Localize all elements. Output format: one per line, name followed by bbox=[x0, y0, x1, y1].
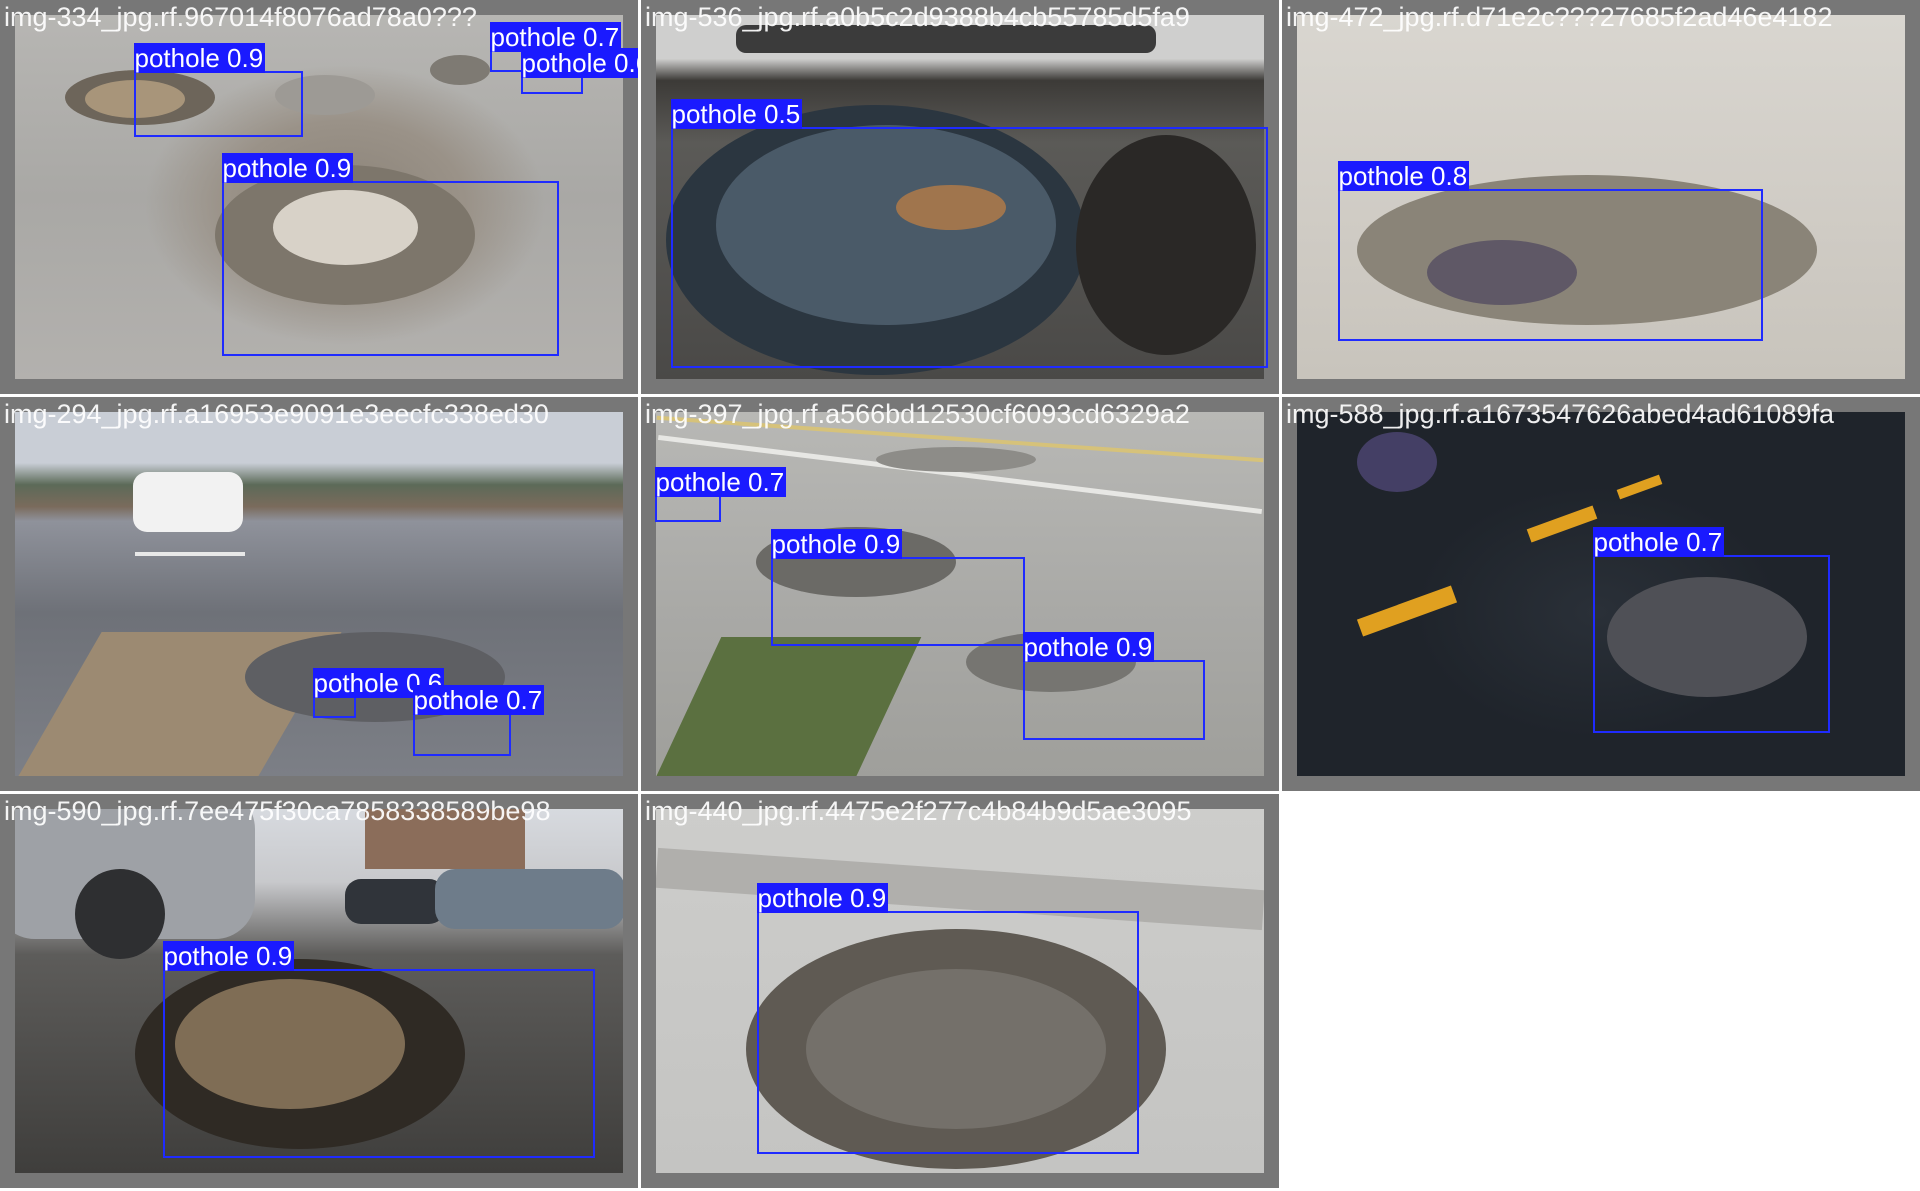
detection-box: pothole 0.9 bbox=[162, 941, 595, 1158]
detection-label: pothole 0.9 bbox=[133, 43, 266, 73]
detection-results-grid: pothole 0.9 pothole 0.9 pothole 0.7 poth… bbox=[0, 0, 1920, 1191]
detection-label: pothole 0.9 bbox=[770, 529, 903, 559]
detection-label: pothole 0.5 bbox=[670, 99, 803, 129]
image-tile: pothole 0.9 img-440_jpg.rf.4475e2f277c4b… bbox=[641, 794, 1279, 1188]
detection-box: pothole 0.6 bbox=[312, 668, 445, 718]
detection-box: pothole 0.6 bbox=[520, 48, 638, 94]
image-tile: pothole 0.8 img-472_jpg.rf.d71e2c???2768… bbox=[1282, 0, 1920, 394]
image-filename: img-536_jpg.rf.a0b5c2d9388b4cb55785d5fa9 bbox=[645, 2, 1190, 32]
image-tile: pothole 0.7 img-588_jpg.rf.a1673547626ab… bbox=[1282, 397, 1920, 791]
detection-box: pothole 0.9 bbox=[770, 529, 1025, 646]
detection-label: pothole 0.9 bbox=[221, 153, 354, 183]
detection-label: pothole 0.6 bbox=[520, 48, 638, 78]
detection-label: pothole 0.7 bbox=[1592, 527, 1725, 557]
image-filename: img-334_jpg.rf.967014f8076ad78a0??? bbox=[4, 2, 477, 32]
detection-label: pothole 0.9 bbox=[756, 883, 889, 913]
image-tile: pothole 0.7 pothole 0.9 pothole 0.9 img-… bbox=[641, 397, 1279, 791]
detection-label: pothole 0.9 bbox=[1022, 632, 1155, 662]
detection-box: pothole 0.7 bbox=[1592, 527, 1830, 733]
image-filename: img-590_jpg.rf.7ee475f30ca7858338589be98 bbox=[4, 796, 551, 826]
image-tile: pothole 0.9 img-590_jpg.rf.7ee475f30ca78… bbox=[0, 794, 638, 1188]
detection-box: pothole 0.7 bbox=[489, 22, 622, 72]
image-tile: pothole 0.5 img-536_jpg.rf.a0b5c2d9388b4… bbox=[641, 0, 1279, 394]
detection-label: pothole 0.7 bbox=[412, 685, 545, 715]
image-tile: pothole 0.9 pothole 0.9 pothole 0.7 poth… bbox=[0, 0, 638, 394]
detection-label: pothole 0.7 bbox=[654, 467, 787, 497]
detection-label: pothole 0.9 bbox=[162, 941, 295, 971]
street-photo bbox=[15, 412, 623, 776]
detection-box: pothole 0.7 bbox=[654, 467, 787, 522]
detection-box: pothole 0.8 bbox=[1337, 161, 1763, 341]
image-filename: img-294_jpg.rf.a16953e9091e3eecfc338ed30 bbox=[4, 399, 549, 429]
image-filename: img-472_jpg.rf.d71e2c???27685f2ad46e4182 bbox=[1286, 2, 1833, 32]
image-filename: img-440_jpg.rf.4475e2f277c4b84b9d5ae3095 bbox=[645, 796, 1192, 826]
detection-box: pothole 0.9 bbox=[756, 883, 1139, 1154]
detection-box: pothole 0.9 bbox=[221, 153, 559, 356]
detection-box: pothole 0.5 bbox=[670, 99, 1268, 368]
image-filename: img-588_jpg.rf.a1673547626abed4ad61089fa bbox=[1286, 399, 1834, 429]
detection-box: pothole 0.9 bbox=[133, 43, 303, 137]
detection-box: pothole 0.7 bbox=[412, 685, 545, 756]
detection-label: pothole 0.8 bbox=[1337, 161, 1470, 191]
image-tile: pothole 0.6 pothole 0.7 img-294_jpg.rf.a… bbox=[0, 397, 638, 791]
detection-box: pothole 0.9 bbox=[1022, 632, 1205, 740]
image-filename: img-397_jpg.rf.a566bd12530cf6093cd6329a2 bbox=[645, 399, 1190, 429]
